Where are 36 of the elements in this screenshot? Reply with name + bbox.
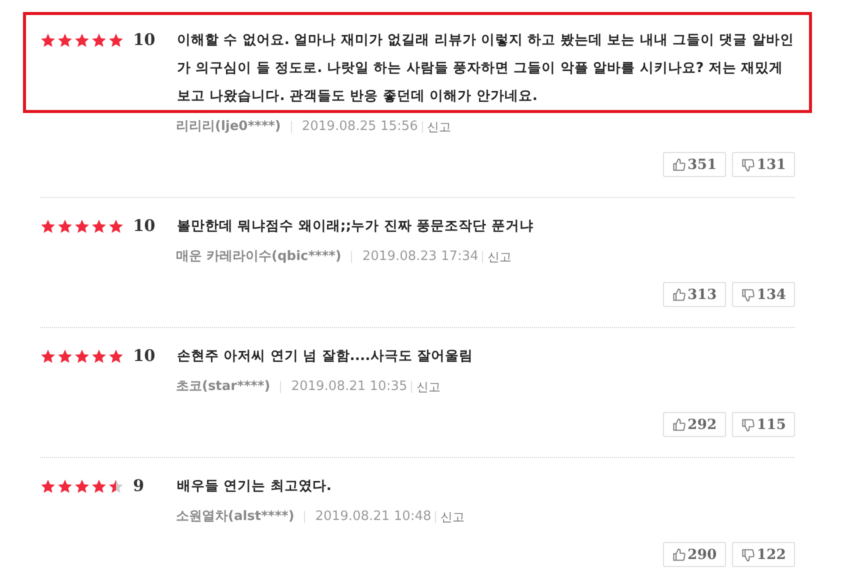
review-text: 볼만한데 뭐냐점수 왜이래;;누가 진짜 풍문조작단 푼거냐 — [177, 217, 534, 236]
thumbs-up-icon — [672, 548, 686, 562]
review-author: 매운 카레라이수(qbic****) — [176, 248, 342, 266]
review-text: 손현주 아저씨 연기 넘 잘함....사극도 잘어울림 — [177, 347, 474, 366]
report-link[interactable]: 신고 — [416, 377, 440, 397]
dislike-button[interactable]: 134 — [732, 282, 795, 307]
thumbs-up-icon — [672, 288, 686, 302]
like-button[interactable]: 290 — [662, 542, 726, 567]
thumbs-down-icon — [740, 288, 755, 302]
like-button[interactable]: 313 — [662, 282, 726, 307]
report-link[interactable]: 신고 — [440, 507, 464, 527]
review-author: 리리리(lje0****) — [176, 118, 281, 136]
thumbs-up-icon — [672, 158, 686, 172]
review-score: 10 — [132, 215, 156, 237]
dislike-button[interactable]: 115 — [732, 412, 795, 437]
review-date: 2019.08.23 17:34 — [362, 248, 478, 266]
report-link[interactable]: 신고 — [487, 247, 512, 267]
review-date: 2019.08.21 10:35 — [291, 378, 408, 396]
thumbs-down-icon — [740, 158, 755, 172]
review-text: 배우들 연기는 최고였다. — [177, 477, 333, 496]
dislike-button[interactable]: 122 — [732, 542, 795, 567]
review-text: 이해할 수 없어요. 얼마나 재미가 없길래 리뷰가 이렇지 하고 봤는데 보는 내내 그들이 댓글 알바인가 의구심이 들 정도로. 나랏일 하는 사람들 풍자하면 그들이 악플 알바를 시키나요? 저는 재밌게 보고 나왔습니다. 관객들도 반응 좋던데 이해가 안가네요. — [177, 31, 795, 106]
review-score: 10 — [132, 345, 156, 367]
thumbs-down-icon — [740, 418, 755, 432]
review-author: 소원열차(alst****) — [176, 508, 294, 526]
thumbs-up-icon — [672, 418, 686, 432]
like-button[interactable]: 292 — [662, 412, 726, 437]
review-date: 2019.08.25 15:56 — [302, 118, 418, 136]
dislike-button[interactable]: 131 — [732, 152, 795, 177]
review-date: 2019.08.21 10:48 — [315, 508, 432, 526]
report-link[interactable]: 신고 — [426, 117, 451, 137]
review-author: 초코(star****) — [176, 378, 270, 396]
like-button[interactable]: 351 — [662, 152, 726, 177]
review-score: 9 — [132, 475, 146, 497]
review-score: 10 — [132, 29, 156, 51]
thumbs-down-icon — [740, 548, 755, 562]
